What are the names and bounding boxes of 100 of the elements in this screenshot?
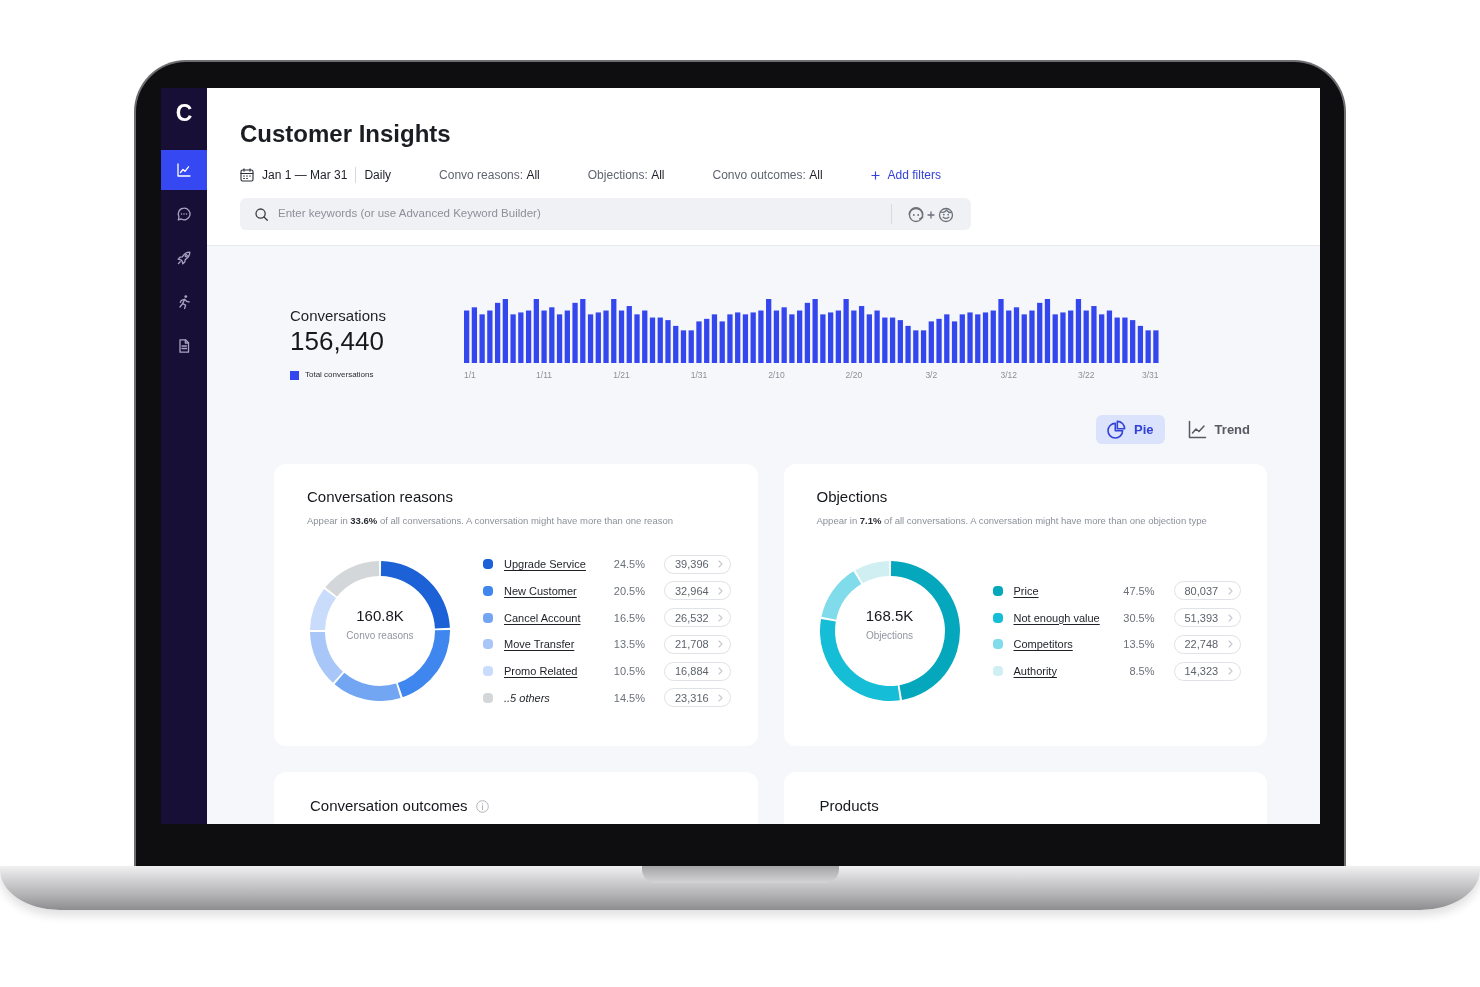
donut-label: Convo reasons — [346, 629, 414, 642]
date-range-button[interactable]: Jan 1 — Mar 31 — [262, 165, 348, 185]
sidebar-nav-button[interactable] — [161, 150, 207, 190]
percent-value: 20.5% — [613, 584, 645, 597]
legend-link[interactable]: Not enough value — [1013, 611, 1100, 624]
filter-button[interactable]: Objections: All — [587, 165, 665, 185]
count-button[interactable]: 26,532 — [664, 608, 731, 628]
axis-label: 1/1 — [464, 370, 476, 380]
chart-bar — [967, 312, 973, 363]
chart-bar — [665, 320, 671, 363]
legend-link[interactable]: Upgrade Service — [504, 558, 586, 571]
chart-bar — [510, 314, 516, 363]
legend-link[interactable]: Move Transfer — [504, 638, 575, 651]
donut-total: 160.8K — [356, 606, 404, 625]
summary-total: 156,440 — [290, 326, 385, 356]
legend-link[interactable]: Promo Related — [504, 665, 578, 678]
legend-link[interactable]: Authority — [1013, 665, 1057, 678]
chart-bar — [758, 310, 764, 363]
axis-label: 1/11 — [536, 370, 553, 380]
chart-bar — [874, 310, 880, 363]
count-button[interactable]: 32,964 — [664, 581, 731, 601]
chevron-right-icon — [718, 667, 723, 676]
axis-label: 2/20 — [845, 370, 863, 380]
legend-label: Total conversations — [305, 370, 374, 380]
axis-label: 3/2 — [925, 370, 938, 380]
card-subtitle: Appear in 7.1% of all conversations. A conversation might have more than one objection type — [816, 514, 1207, 528]
count-button[interactable]: 39,396 — [664, 554, 731, 574]
percent-value: 13.5% — [1123, 638, 1155, 651]
filter-button[interactable]: Convo reasons: All — [439, 165, 540, 185]
pie-chart-icon — [1107, 420, 1127, 439]
chevron-right-icon — [1227, 667, 1233, 676]
card-title: Conversation outcomes — [310, 796, 468, 816]
chevron-right-icon — [1227, 640, 1233, 649]
card-title: Conversation reasons — [307, 487, 454, 507]
percent-value: 14.5% — [613, 691, 645, 704]
chart-bar — [696, 321, 702, 363]
percent-value: 10.5% — [613, 665, 645, 678]
search-field[interactable]: Enter keywords (or use Advanced Keyword Builder) — [240, 198, 971, 230]
count-button[interactable]: 21,708 — [664, 634, 731, 654]
percent-value: 24.5% — [613, 558, 645, 571]
axis-label: 2/10 — [768, 370, 785, 380]
percent-value: 13.5% — [613, 638, 645, 651]
chevron-right-icon — [718, 586, 723, 595]
percent-value: 16.5% — [613, 611, 645, 624]
chart-bar — [936, 318, 942, 363]
chart-bar — [1029, 310, 1035, 363]
legend-link[interactable]: New Customer — [504, 584, 577, 597]
donut-total: 168.5K — [865, 606, 914, 625]
view-tab[interactable]: Trend — [1176, 415, 1261, 444]
chevron-right-icon — [1227, 613, 1233, 622]
two-faces-icon — [907, 205, 955, 223]
chart-bar — [905, 325, 911, 363]
add-filters-button[interactable]: Add filters — [870, 165, 941, 185]
axis-label: 1/31 — [690, 370, 708, 380]
legend-link[interactable]: Price — [1013, 584, 1039, 597]
view-tab[interactable]: Pie — [1096, 415, 1165, 444]
legend-link[interactable]: Cancel Account — [504, 611, 581, 624]
calendar-icon — [240, 168, 254, 182]
count-button[interactable]: 23,316 — [664, 688, 731, 708]
search-icon — [255, 207, 268, 221]
chart-bar — [727, 314, 733, 363]
chevron-right-icon — [718, 613, 723, 622]
count-button[interactable]: 22,748 — [1173, 634, 1241, 654]
chart-bar — [572, 302, 578, 363]
keyword-builder-button[interactable] — [891, 204, 955, 224]
percent-value: 30.5% — [1123, 611, 1155, 624]
card-title: Objections — [816, 487, 889, 507]
plus-icon — [870, 170, 880, 180]
chart-bar — [603, 310, 609, 363]
app-logo: C — [174, 100, 194, 126]
legend-label: ..5 others — [504, 691, 550, 704]
donut-label: Objections — [865, 629, 914, 642]
count-button[interactable]: 16,884 — [664, 661, 731, 681]
count-button[interactable]: 80,037 — [1173, 581, 1241, 601]
chevron-right-icon — [718, 640, 723, 649]
chart-bar — [1153, 330, 1159, 363]
document-icon — [176, 338, 192, 354]
count-button[interactable]: 51,393 — [1173, 608, 1241, 628]
chevron-right-icon — [718, 560, 723, 569]
axis-label: 3/31 — [1141, 370, 1159, 380]
percent-value: 47.5% — [1123, 584, 1155, 597]
chart-bar — [541, 310, 547, 363]
axis-label: 3/22 — [1077, 370, 1095, 380]
filter-button[interactable]: Convo outcomes: All — [712, 165, 823, 185]
chart-bar — [998, 299, 1004, 363]
page-title: Customer Insights — [240, 119, 452, 149]
search-input[interactable]: Enter keywords (or use Advanced Keyword Builder) — [278, 205, 891, 223]
interval-button[interactable]: Daily — [364, 165, 392, 185]
percent-value: 8.5% — [1129, 665, 1155, 678]
legend-swatch-icon — [290, 370, 299, 380]
axis-label: 3/12 — [1000, 370, 1017, 380]
chart-bar — [479, 314, 485, 363]
count-button[interactable]: 14,323 — [1173, 661, 1241, 681]
chart-bar — [487, 310, 493, 363]
line-chart-icon — [176, 162, 192, 178]
chat-bubble-icon — [176, 206, 192, 222]
line-chart-icon — [1187, 420, 1207, 439]
legend-link[interactable]: Competitors — [1013, 638, 1073, 651]
rocket-icon — [176, 250, 192, 266]
summary-title: Conversations — [290, 306, 387, 326]
